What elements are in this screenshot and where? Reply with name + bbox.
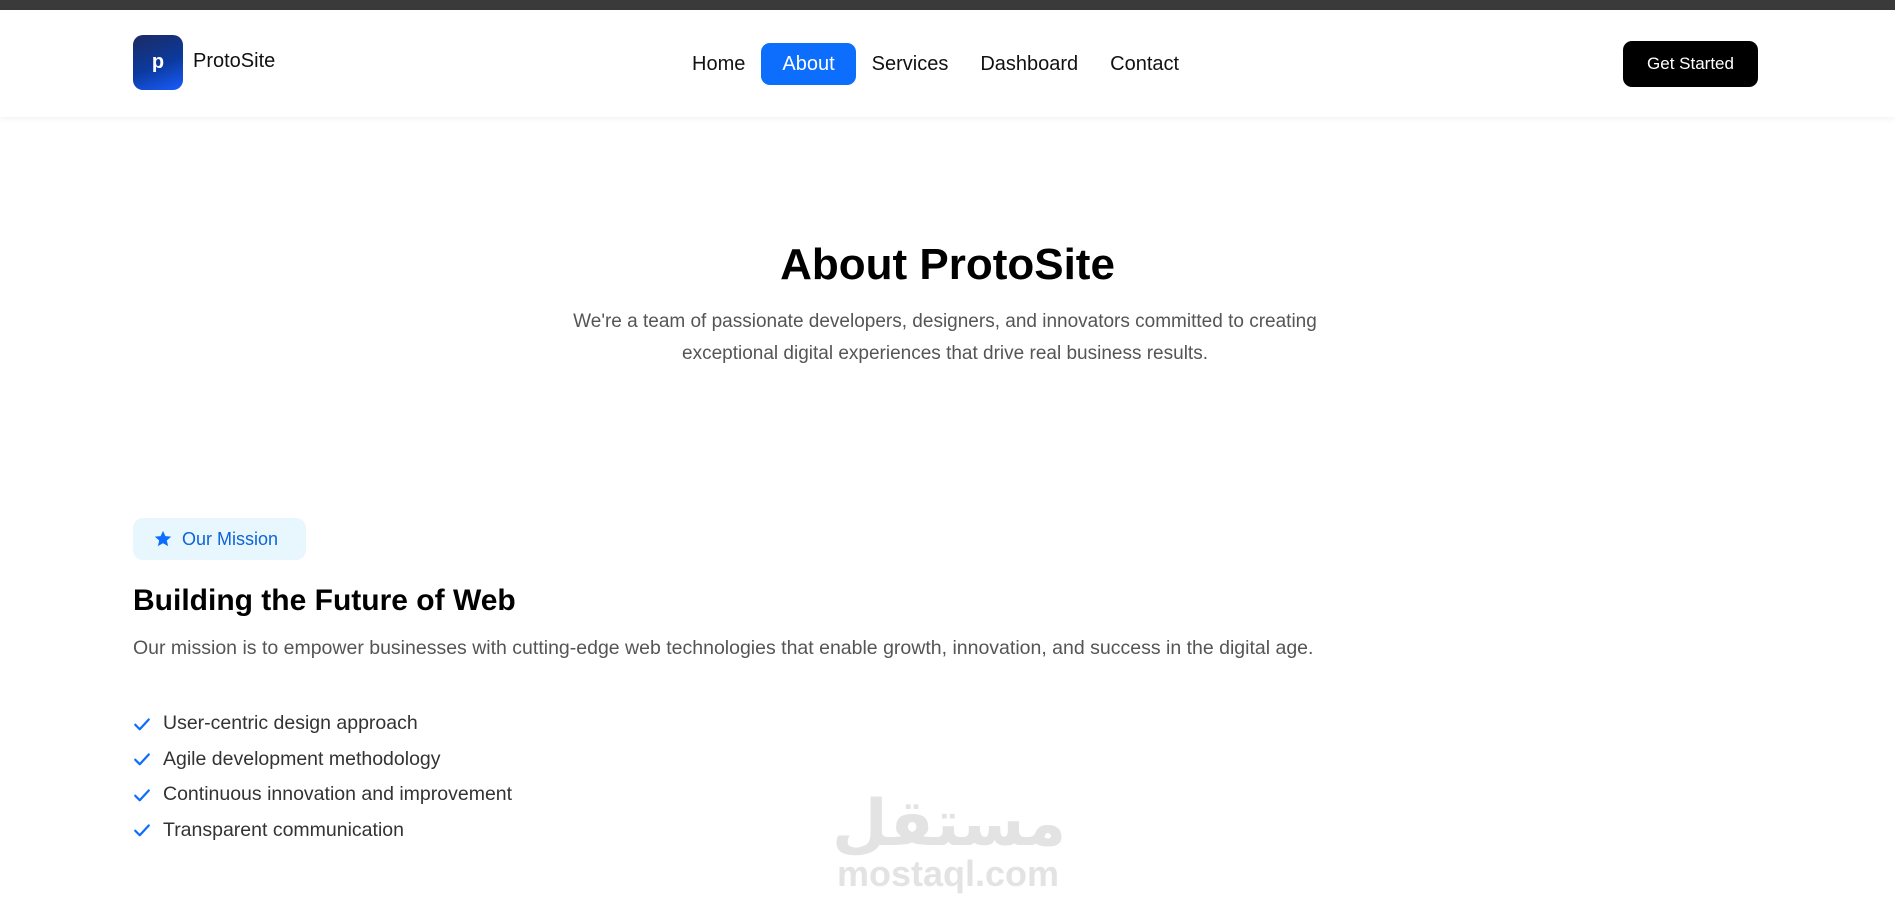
watermark-latin: mostaql.com — [836, 853, 1060, 894]
check-icon — [134, 753, 150, 766]
watermark-arabic: مستقل — [832, 787, 1067, 859]
list-item: Agile development methodology — [133, 742, 512, 778]
watermark: مستقل mostaql.com — [832, 787, 1067, 894]
logo-icon[interactable]: p — [133, 35, 183, 90]
mission-badge-label: Our Mission — [182, 528, 279, 549]
nav-services[interactable]: Services — [856, 43, 965, 85]
brand-name[interactable]: ProtoSite — [193, 50, 275, 73]
nav-about[interactable]: About — [761, 43, 856, 85]
feature-label: Continuous innovation and improvement — [163, 783, 513, 806]
page-title: About ProtoSite — [780, 240, 1115, 289]
star-icon — [154, 530, 172, 547]
nav-contact[interactable]: Contact — [1094, 43, 1195, 85]
nav-dashboard[interactable]: Dashboard — [964, 43, 1094, 85]
logo-letter: p — [151, 51, 165, 73]
feature-list: User-centric design approach Agile devel… — [133, 706, 512, 848]
check-icon — [134, 718, 150, 731]
get-started-button[interactable]: Get Started — [1623, 41, 1758, 87]
list-item: Continuous innovation and improvement — [133, 777, 512, 813]
list-item: User-centric design approach — [133, 706, 512, 742]
feature-label: Transparent communication — [163, 818, 404, 841]
mission-badge: Our Mission — [133, 518, 306, 560]
check-icon — [134, 824, 150, 837]
mission-title: Building the Future of Web — [133, 584, 516, 617]
page-subtitle: We're a team of passionate developers, d… — [547, 306, 1343, 370]
nav-home[interactable]: Home — [676, 43, 761, 85]
feature-label: Agile development methodology — [163, 747, 441, 770]
list-item: Transparent communication — [133, 813, 512, 849]
page-subtitle-line-1: We're a team of passionate developers, d… — [573, 311, 1317, 332]
browser-top-bar — [0, 0, 1895, 10]
mission-description: Our mission is to empower businesses wit… — [133, 637, 1314, 659]
page-subtitle-line-2: exceptional digital experiences that dri… — [682, 343, 1208, 364]
check-icon — [134, 789, 150, 802]
feature-label: User-centric design approach — [163, 712, 418, 735]
main-nav: Home About Services Dashboard Contact — [676, 43, 1195, 85]
site-header: p ProtoSite Home About Services Dashboar… — [0, 10, 1895, 117]
